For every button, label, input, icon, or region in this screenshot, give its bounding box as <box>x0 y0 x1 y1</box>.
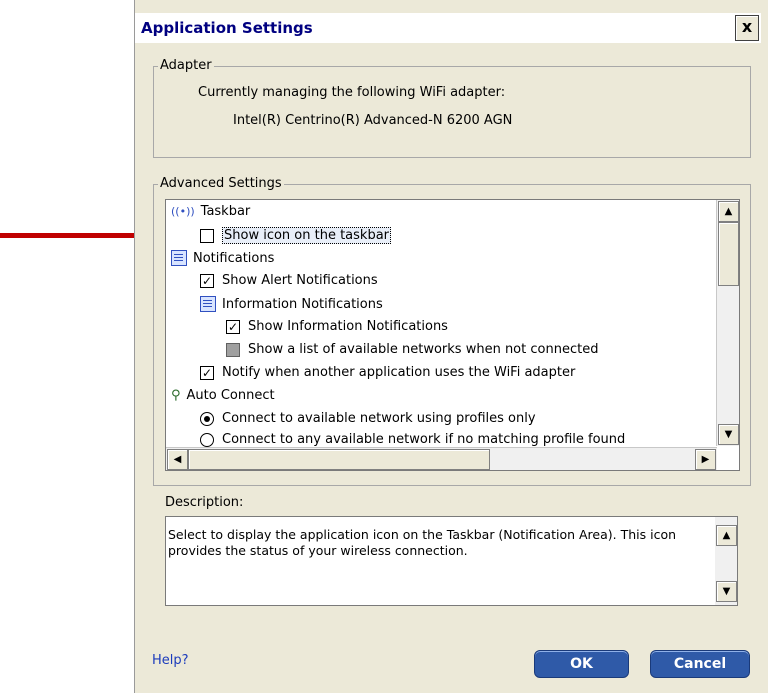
scroll-left-button[interactable]: ◀ <box>167 449 188 470</box>
show-alert-notifications-option[interactable]: ✓ Show Alert Notifications <box>200 273 378 288</box>
tree-item-label: Show Alert Notifications <box>222 273 378 288</box>
dialog-title: Application Settings <box>141 19 313 37</box>
tree-vertical-scrollbar[interactable]: ▲ ▼ <box>716 200 739 446</box>
tree-item-label: Connect to available network using profi… <box>222 411 536 426</box>
tree-item-label: Information Notifications <box>222 296 383 312</box>
description-scroll-up-button[interactable]: ▲ <box>716 525 737 546</box>
vertical-scroll-thumb[interactable] <box>718 222 739 286</box>
settings-tree[interactable]: ((•)) Taskbar Show icon on the taskbar N… <box>165 199 740 471</box>
description-scrollbar[interactable]: ▲ ▼ <box>715 517 737 605</box>
adapter-intro: Currently managing the following WiFi ad… <box>198 85 506 100</box>
connect-any-network-radio[interactable] <box>200 432 214 447</box>
scroll-up-button[interactable]: ▲ <box>718 201 739 222</box>
tree-group-information-notifications[interactable]: Information Notifications <box>200 296 383 312</box>
description-text: Select to display the application icon o… <box>168 527 677 558</box>
adapter-legend: Adapter <box>158 58 214 74</box>
show-alert-notifications-checkbox[interactable]: ✓ <box>200 273 214 288</box>
close-button[interactable]: x <box>735 15 759 41</box>
tree-group-auto-connect[interactable]: ⚲ Auto Connect <box>171 388 275 403</box>
show-available-networks-checkbox[interactable] <box>226 342 240 357</box>
scroll-right-button[interactable]: ▶ <box>695 449 716 470</box>
tree-item-label: Connect to any available network if no m… <box>222 432 626 447</box>
tree-horizontal-scrollbar[interactable]: ◀ ▶ <box>166 447 717 470</box>
tree-item-label: Notify when another application uses the… <box>222 365 576 380</box>
notify-other-app-option[interactable]: ✓ Notify when another application uses t… <box>200 365 575 380</box>
adapter-group: Adapter Currently managing the following… <box>153 58 751 158</box>
tree-item-label: Show a list of available networks when n… <box>248 342 599 357</box>
notify-other-app-checkbox[interactable]: ✓ <box>200 365 214 380</box>
advanced-settings-legend: Advanced Settings <box>158 176 284 192</box>
show-information-notifications-checkbox[interactable]: ✓ <box>226 319 240 334</box>
connect-profiles-only-option[interactable]: Connect to available network using profi… <box>200 411 536 426</box>
show-available-networks-option[interactable]: Show a list of available networks when n… <box>226 342 598 357</box>
wireless-signal-icon: ((•)) <box>171 205 195 218</box>
adapter-name: Intel(R) Centrino(R) Advanced-N 6200 AGN <box>233 113 513 128</box>
tree-group-taskbar[interactable]: ((•)) Taskbar <box>171 204 250 219</box>
scroll-down-button[interactable]: ▼ <box>718 424 739 445</box>
description-label: Description: <box>165 495 244 510</box>
show-information-notifications-option[interactable]: ✓ Show Information Notifications <box>226 319 448 334</box>
tree-item-label: Show icon on the taskbar <box>222 227 392 244</box>
list-group-icon <box>171 250 187 266</box>
show-taskbar-icon-option[interactable]: Show icon on the taskbar <box>200 227 392 244</box>
connect-profiles-only-radio[interactable] <box>200 411 214 426</box>
connect-any-network-option[interactable]: Connect to any available network if no m… <box>200 432 625 447</box>
tree-item-label: Notifications <box>193 250 275 266</box>
ok-button[interactable]: OK <box>534 650 629 678</box>
cancel-button[interactable]: Cancel <box>650 650 750 678</box>
help-link[interactable]: Help? <box>152 653 189 668</box>
tree-group-notifications[interactable]: Notifications <box>171 250 274 266</box>
show-taskbar-icon-checkbox[interactable] <box>200 228 214 243</box>
horizontal-scroll-thumb[interactable] <box>188 449 490 470</box>
network-plug-icon: ⚲ <box>171 388 181 403</box>
tree-item-label: Show Information Notifications <box>248 319 448 334</box>
list-group-icon <box>200 296 216 312</box>
title-bar: Application Settings x <box>135 13 761 43</box>
application-settings-dialog: Application Settings x Adapter Currently… <box>134 0 768 693</box>
tree-item-label: Taskbar <box>200 204 251 219</box>
description-scroll-down-button[interactable]: ▼ <box>716 581 737 602</box>
description-box: Select to display the application icon o… <box>165 516 738 606</box>
tree-item-label: Auto Connect <box>186 388 275 403</box>
